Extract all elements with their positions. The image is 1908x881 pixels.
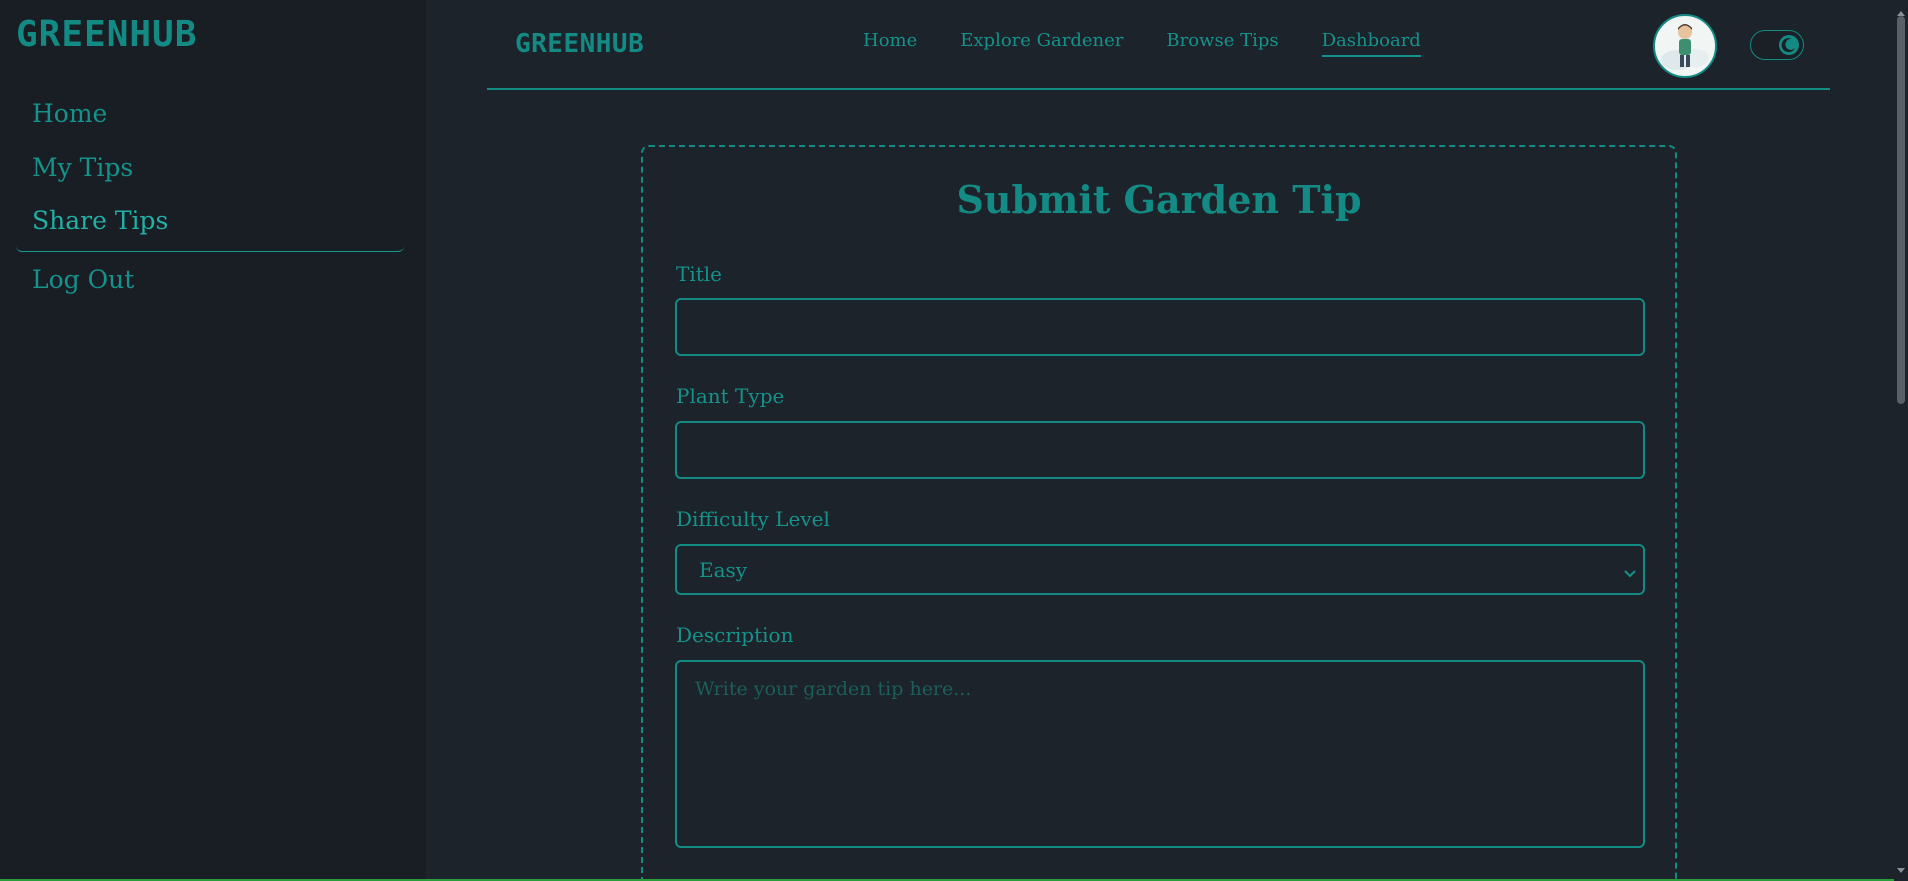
submit-tip-form: Submit Garden Tip Title Plant Type Diffi… <box>641 145 1677 881</box>
scroll-down-arrow-icon[interactable] <box>1896 860 1906 879</box>
plant-type-input[interactable] <box>675 421 1645 479</box>
chevron-down-icon <box>1623 564 1637 583</box>
user-avatar-icon[interactable] <box>1653 14 1717 78</box>
sidebar-item-share-tips[interactable]: Share Tips <box>16 200 404 252</box>
difficulty-select[interactable]: Easy <box>675 544 1645 595</box>
description-textarea[interactable] <box>675 660 1645 848</box>
title-label: Title <box>676 262 723 286</box>
form-title: Submit Garden Tip <box>956 177 1362 222</box>
sidebar-item-home[interactable]: Home <box>16 92 404 146</box>
nav-link-explore-gardener[interactable]: Explore Gardener <box>960 30 1123 57</box>
difficulty-selected-value: Easy <box>699 558 748 582</box>
page-scrollbar[interactable] <box>1894 0 1908 881</box>
description-label: Description <box>676 623 794 647</box>
moon-icon <box>1779 35 1799 55</box>
title-input[interactable] <box>675 298 1645 356</box>
sidebar-item-my-tips[interactable]: My Tips <box>16 146 404 200</box>
app-window: GREENHUB Home My Tips Share Tips Log Out… <box>0 0 1908 881</box>
sidebar: GREENHUB Home My Tips Share Tips Log Out <box>0 0 426 881</box>
navbar-links: Home Explore Gardener Browse Tips Dashbo… <box>863 30 1421 57</box>
nav-link-browse-tips[interactable]: Browse Tips <box>1166 30 1278 57</box>
nav-link-dashboard[interactable]: Dashboard <box>1321 30 1421 57</box>
navbar-logo[interactable]: GREENHUB <box>515 29 644 59</box>
top-navbar: GREENHUB Home Explore Gardener Browse Ti… <box>487 0 1830 90</box>
scrollbar-thumb[interactable] <box>1897 16 1905 404</box>
main-content: GREENHUB Home Explore Gardener Browse Ti… <box>426 0 1908 881</box>
sidebar-nav: Home My Tips Share Tips Log Out <box>16 92 404 312</box>
plant-type-label: Plant Type <box>676 384 785 408</box>
nav-link-home[interactable]: Home <box>863 30 917 57</box>
theme-toggle[interactable] <box>1750 30 1804 60</box>
sidebar-logo[interactable]: GREENHUB <box>16 14 197 55</box>
sidebar-item-log-out[interactable]: Log Out <box>16 258 404 312</box>
difficulty-label: Difficulty Level <box>676 507 830 531</box>
